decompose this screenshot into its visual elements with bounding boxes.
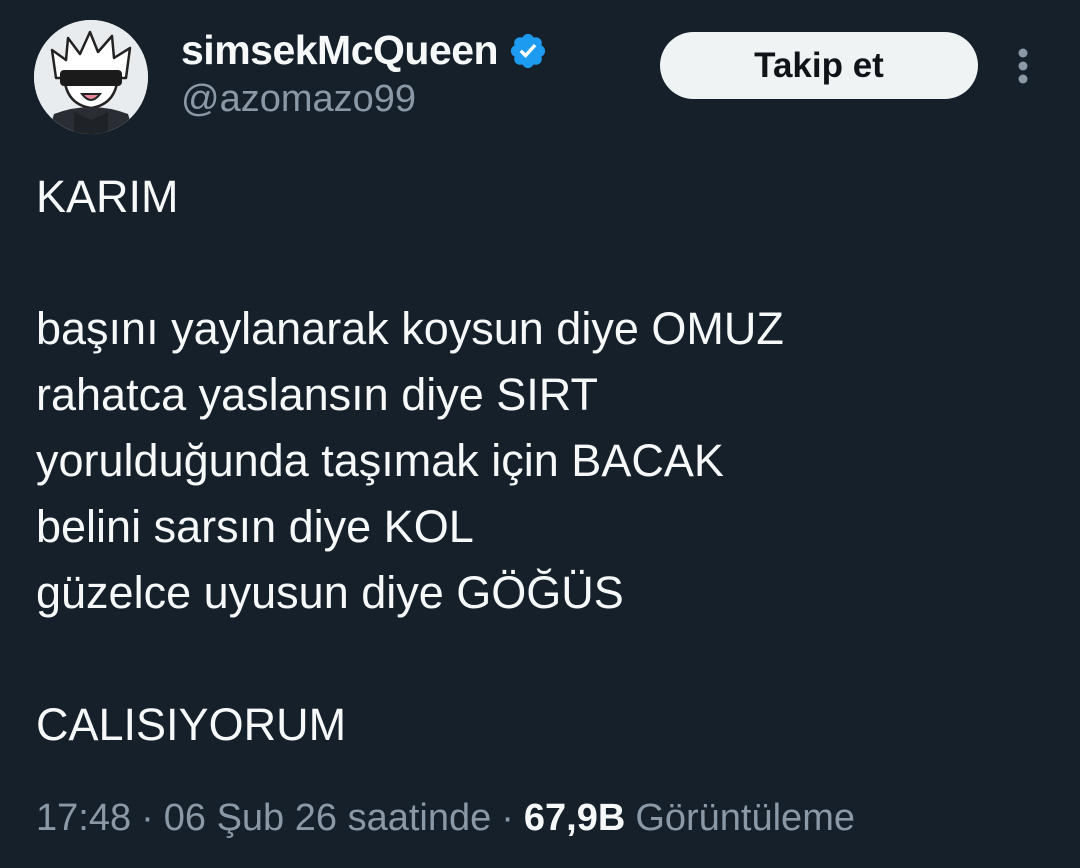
- meta-separator: ·: [141, 797, 154, 839]
- tweet-line: rahatca yaslansın diye SIRT: [36, 369, 598, 420]
- author-handle[interactable]: @azomazo99: [181, 78, 416, 121]
- anime-character-avatar-icon: [34, 20, 148, 134]
- tweet-date[interactable]: 06 Şub 26 saatinde: [164, 797, 492, 840]
- tweet-line: güzelce uyusun diye GÖĞÜS: [36, 567, 624, 618]
- more-dots-glyph: [1018, 48, 1028, 84]
- verified-badge-icon: [511, 33, 546, 69]
- display-name[interactable]: simsekMcQueen: [181, 27, 499, 74]
- author-name-row: simsekMcQueen: [181, 24, 548, 76]
- tweet-text: KARIM başını yaylanarak koysun diye OMUZ…: [36, 164, 1046, 758]
- tweet-time[interactable]: 17:48: [36, 797, 131, 840]
- line-break: [36, 626, 1046, 692]
- avatar[interactable]: [34, 20, 148, 134]
- tweet-card: simsekMcQueen @azomazo99 Takip et KARIM …: [0, 0, 1080, 868]
- tweet-heading: KARIM: [36, 171, 179, 222]
- tweet-line: yorulduğunda taşımak için BACAK: [36, 435, 724, 486]
- meta-separator: ·: [501, 797, 514, 839]
- view-label: Görüntüleme: [635, 797, 855, 839]
- follow-button[interactable]: Takip et: [660, 32, 978, 99]
- tweet-line: başını yaylanarak koysun diye OMUZ: [36, 303, 784, 354]
- line-break: [36, 230, 1046, 296]
- more-vertical-icon[interactable]: [1004, 44, 1042, 88]
- tweet-closing: CALISIYORUM: [36, 699, 347, 750]
- view-count[interactable]: 67,9B: [524, 797, 625, 840]
- tweet-meta: 17:48 · 06 Şub 26 saatinde · 67,9B Görün…: [36, 797, 855, 840]
- tweet-line: belini sarsın diye KOL: [36, 501, 474, 552]
